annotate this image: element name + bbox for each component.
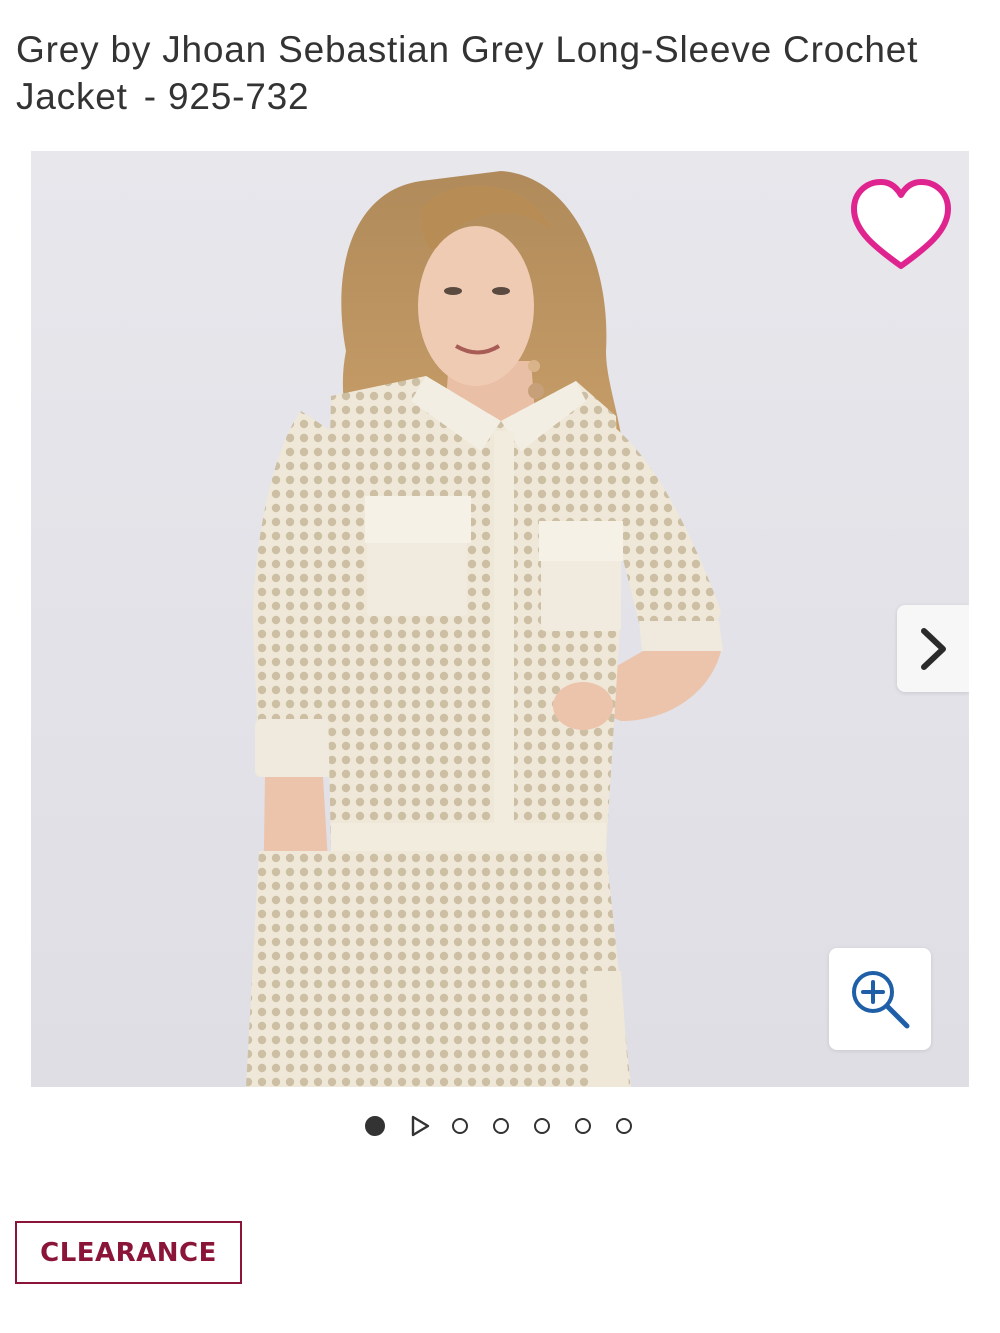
clearance-badge: CLEARANCE bbox=[15, 1221, 242, 1284]
play-icon[interactable] bbox=[410, 1115, 430, 1137]
product-title: Grey by Jhoan Sebastian Grey Long-Sleeve… bbox=[16, 26, 976, 120]
product-page: Grey by Jhoan Sebastian Grey Long-Sleeve… bbox=[0, 0, 1000, 1333]
heart-outline-icon bbox=[851, 179, 951, 269]
product-photo[interactable] bbox=[31, 151, 969, 1087]
zoom-button[interactable] bbox=[829, 948, 931, 1050]
carousel-dot-5[interactable] bbox=[534, 1118, 550, 1134]
carousel-dot-7[interactable] bbox=[616, 1118, 632, 1134]
carousel-dot-1[interactable] bbox=[365, 1116, 385, 1136]
product-image-gallery[interactable] bbox=[31, 151, 969, 1087]
item-number: - 925-732 bbox=[143, 76, 310, 117]
clearance-label: CLEARANCE bbox=[40, 1237, 217, 1268]
carousel-dot-4[interactable] bbox=[493, 1118, 509, 1134]
chevron-right-icon bbox=[921, 627, 946, 670]
zoom-in-icon bbox=[852, 971, 910, 1029]
carousel-pagination bbox=[365, 1114, 657, 1138]
next-image-button[interactable] bbox=[897, 605, 969, 692]
favorite-button[interactable] bbox=[846, 176, 956, 276]
carousel-dot-6[interactable] bbox=[575, 1118, 591, 1134]
carousel-dot-3[interactable] bbox=[452, 1118, 468, 1134]
